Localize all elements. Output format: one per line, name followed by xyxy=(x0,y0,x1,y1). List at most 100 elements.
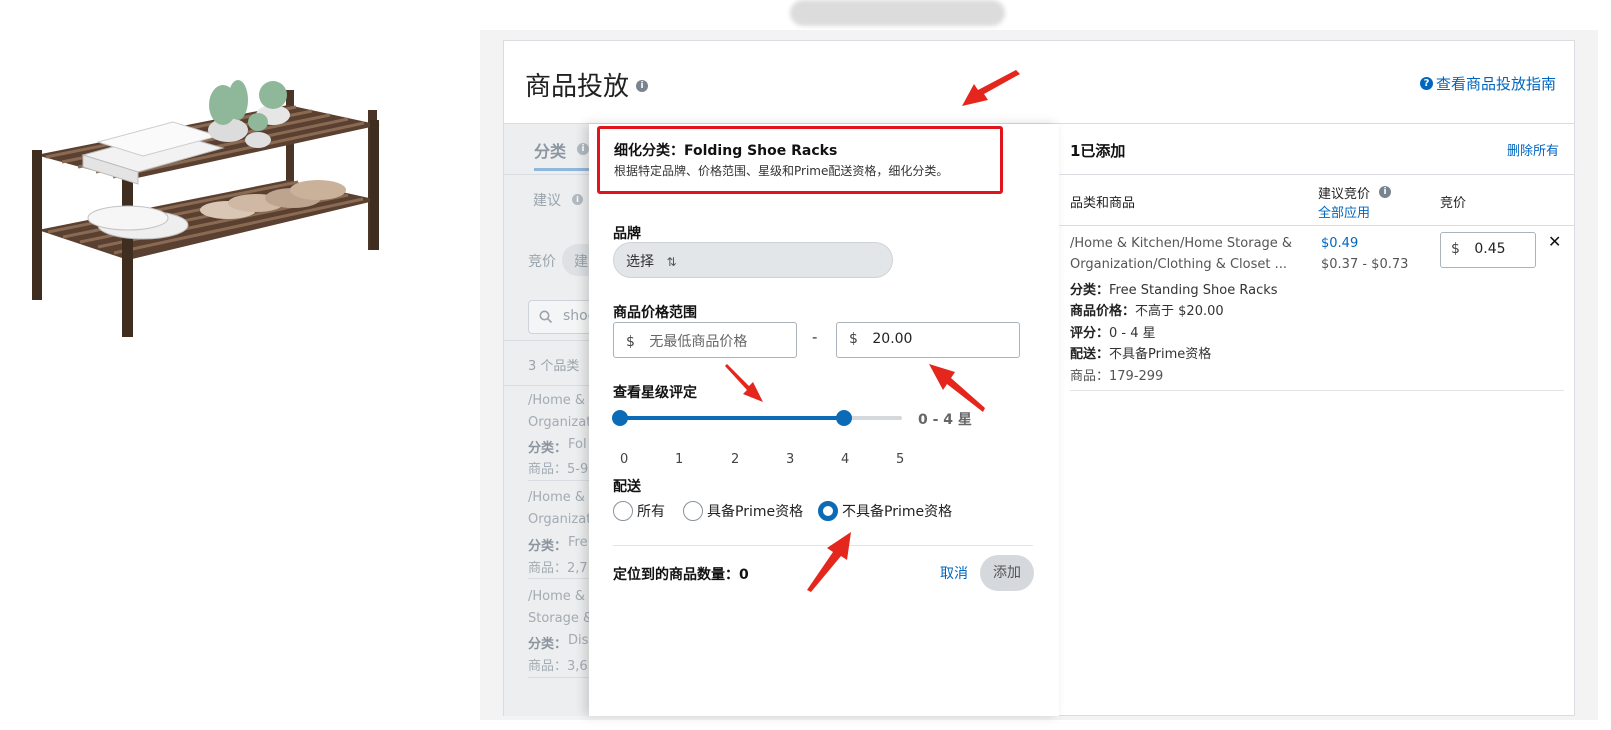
price-max-value: 20.00 xyxy=(872,331,913,347)
delivery-label: 配送 xyxy=(613,479,641,495)
info-icon: i xyxy=(572,194,583,205)
currency-symbol: $ xyxy=(1451,241,1460,257)
annotation-arrow xyxy=(725,364,763,402)
item-delivery: 配送：不具备Prime资格 xyxy=(1070,347,1212,362)
bid-value: 0.45 xyxy=(1474,241,1506,257)
category-products: 商品：3,6 xyxy=(528,659,588,674)
item-products: 商品：179-299 xyxy=(1070,369,1164,384)
tab-category[interactable]: 分类 xyxy=(534,138,566,162)
cancel-button[interactable]: 取消 xyxy=(940,563,968,583)
range-dash: - xyxy=(812,328,818,346)
rating-tick: 2 xyxy=(731,452,740,467)
brand-select-value: 选择 xyxy=(626,254,654,270)
search-icon xyxy=(539,310,553,324)
bid-pill-label: 建 xyxy=(574,254,588,270)
suggest-label: 建议 xyxy=(533,193,561,209)
category-name: Fol xyxy=(568,437,587,452)
annotation-arrow xyxy=(962,70,1020,106)
rating-slider-fill xyxy=(620,416,844,420)
rating-label: 查看星级评定 xyxy=(613,385,697,401)
delivery-option-label[interactable]: 具备Prime资格 xyxy=(707,501,803,521)
tab-underline xyxy=(534,168,589,171)
brand-select[interactable]: 选择 ⇅ xyxy=(613,242,893,278)
column-header-bid: 竞价 xyxy=(1440,196,1467,211)
annotation-arrow xyxy=(929,364,985,412)
category-path: /Home & xyxy=(528,393,586,408)
added-count-title: 1已添加 xyxy=(1070,142,1126,160)
divider xyxy=(1070,390,1564,391)
add-button[interactable]: 添加 xyxy=(980,555,1034,591)
info-icon[interactable]: i xyxy=(636,80,648,92)
guide-link[interactable]: 查看商品投放指南 xyxy=(1436,73,1556,94)
targeted-count: 定位到的商品数量：0 xyxy=(613,564,749,584)
delivery-radio-all[interactable] xyxy=(613,501,633,521)
category-path: Organizati xyxy=(528,415,595,430)
category-path: Storage & xyxy=(528,611,594,626)
suggested-range: $0.37 - $0.73 xyxy=(1321,257,1409,272)
rating-tick: 0 xyxy=(620,452,629,467)
divider xyxy=(504,174,589,175)
category-path: /Home & xyxy=(528,589,586,604)
close-icon[interactable]: ✕ xyxy=(1548,232,1561,251)
currency-symbol: $ xyxy=(626,334,635,350)
price-max-input[interactable]: $ 20.00 xyxy=(836,322,1020,358)
page-title: 商品投放 xyxy=(525,72,630,102)
category-count: 3 个品类 xyxy=(528,359,580,374)
divider xyxy=(1059,174,1574,175)
blurred-bar xyxy=(790,0,1005,26)
bid-input[interactable]: $ 0.45 xyxy=(1440,232,1536,268)
rating-tick: 5 xyxy=(896,452,905,467)
item-path: Organization/Clothing & Closet ... xyxy=(1070,257,1288,272)
annotation-arrow xyxy=(807,532,851,592)
bid-label: 竞价 xyxy=(528,254,556,270)
currency-symbol: $ xyxy=(849,331,858,347)
category-name-label: 分类： xyxy=(528,637,568,652)
price-range-label: 商品价格范围 xyxy=(613,305,697,321)
rating-max-handle[interactable] xyxy=(836,410,852,426)
price-min-placeholder: 无最低商品价格 xyxy=(649,334,748,350)
search-input[interactable]: shoe xyxy=(528,300,598,334)
info-icon[interactable]: i xyxy=(1379,186,1391,198)
suggested-bid[interactable]: $0.49 xyxy=(1321,236,1358,251)
divider xyxy=(1059,225,1574,226)
remove-all-link[interactable]: 删除所有 xyxy=(1507,140,1559,159)
rating-tick: 4 xyxy=(841,452,850,467)
item-price: 商品价格：不高于 $20.00 xyxy=(1070,304,1224,319)
apply-all-link[interactable]: 全部应用 xyxy=(1318,202,1370,221)
rating-min-handle[interactable] xyxy=(612,410,628,426)
divider xyxy=(504,340,589,341)
help-circle-icon[interactable]: ? xyxy=(1420,77,1433,90)
category-name: Fre xyxy=(568,535,588,550)
info-icon: i xyxy=(577,143,589,155)
brand-label: 品牌 xyxy=(613,226,641,242)
divider xyxy=(528,677,589,678)
divider xyxy=(528,578,589,579)
item-rating: 评分：0 - 4 星 xyxy=(1070,326,1156,341)
product-image xyxy=(32,80,380,337)
divider xyxy=(528,480,589,481)
divider xyxy=(504,385,589,386)
category-name-label: 分类： xyxy=(528,539,568,554)
category-path: /Home & xyxy=(528,490,586,505)
refine-description: 根据特定品牌、价格范围、星级和Prime配送资格，细化分类。 xyxy=(614,164,949,178)
item-category: 分类：Free Standing Shoe Racks xyxy=(1070,283,1278,298)
sort-icon: ⇅ xyxy=(666,255,677,269)
column-header-suggested: 建议竞价 xyxy=(1318,187,1371,202)
column-header-category: 品类和商品 xyxy=(1070,196,1136,211)
targeted-count-label: 定位到的商品数量： xyxy=(613,567,739,583)
category-products: 商品：2,7 xyxy=(528,561,588,576)
refine-title: 细化分类：Folding Shoe Racks xyxy=(614,143,838,159)
delivery-radio-non-prime[interactable] xyxy=(818,501,838,521)
delivery-radio-prime[interactable] xyxy=(683,501,703,521)
price-min-input[interactable]: $ 无最低商品价格 xyxy=(613,322,797,358)
rating-tick: 1 xyxy=(675,452,684,467)
targeted-count-value: 0 xyxy=(739,567,749,583)
rating-tick: 3 xyxy=(786,452,795,467)
highlight-box xyxy=(597,126,1003,194)
delivery-option-label[interactable]: 所有 xyxy=(637,501,665,521)
delivery-option-label[interactable]: 不具备Prime资格 xyxy=(842,501,952,521)
item-path: /Home & Kitchen/Home Storage & xyxy=(1070,236,1293,251)
category-path: Organizati xyxy=(528,512,595,527)
refine-modal xyxy=(589,124,1059,716)
category-name-label: 分类： xyxy=(528,441,568,456)
